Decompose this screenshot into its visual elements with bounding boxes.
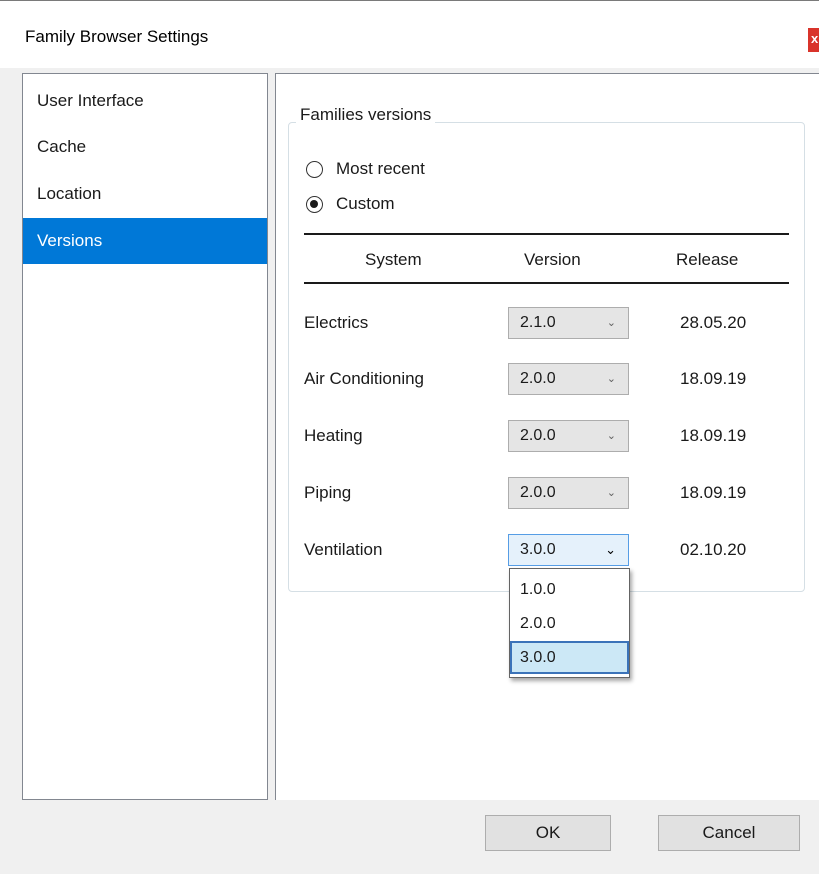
version-select-ventilation[interactable]: 3.0.0 ⌄ [508,534,629,566]
ok-button[interactable]: OK [485,815,611,851]
dropdown-option-3-0-0[interactable]: 3.0.0 [510,641,629,674]
system-label-piping: Piping [304,483,352,502]
version-value: 2.0.0 [520,484,556,501]
chevron-down-icon: ⌄ [606,487,616,499]
column-header-version: Version [524,250,581,269]
system-label-air-conditioning: Air Conditioning [304,369,425,388]
radio-label-custom: Custom [336,194,395,213]
cancel-button[interactable]: Cancel [658,815,800,851]
window-title: Family Browser Settings [25,27,209,46]
version-value: 3.0.0 [520,541,556,558]
column-header-system: System [365,250,422,269]
close-icon[interactable]: x [808,28,819,52]
release-date-air-conditioning: 18.09.19 [680,369,747,388]
radio-most-recent[interactable]: Most recent [306,157,425,181]
version-select-piping[interactable]: 2.0.0 ⌄ [508,477,629,509]
radio-button-checked-icon[interactable] [306,195,323,213]
version-select-air-conditioning[interactable]: 2.0.0 ⌄ [508,363,629,395]
version-select-electrics[interactable]: 2.1.0 ⌄ [508,307,629,339]
chevron-down-icon: ⌄ [606,373,616,385]
version-value: 2.0.0 [520,427,556,444]
dropdown-option-1-0-0[interactable]: 1.0.0 [510,573,629,606]
sidebar-item-versions[interactable]: Versions [23,218,267,264]
system-label-ventilation: Ventilation [304,540,383,559]
group-legend: Families versions [296,105,436,125]
release-date-ventilation: 02.10.20 [680,540,747,559]
table-header-divider [304,282,789,284]
sidebar-item-user-interface[interactable]: User Interface [23,78,267,124]
version-value: 2.0.0 [520,370,556,387]
chevron-down-icon: ⌄ [605,542,616,557]
dropdown-option-2-0-0[interactable]: 2.0.0 [510,607,629,640]
version-select-heating[interactable]: 2.0.0 ⌄ [508,420,629,452]
release-date-piping: 18.09.19 [680,483,747,502]
release-date-electrics: 28.05.20 [680,313,747,332]
radio-custom[interactable]: Custom [306,192,395,216]
settings-sidebar: User Interface Cache Location Versions [22,73,268,800]
table-top-divider [304,233,789,235]
system-label-heating: Heating [304,426,363,445]
version-dropdown-list: 1.0.0 2.0.0 3.0.0 [509,568,630,678]
title-bar: Family Browser Settings x [0,0,819,68]
radio-label-most-recent: Most recent [336,159,425,178]
release-date-heating: 18.09.19 [680,426,747,445]
chevron-down-icon: ⌄ [606,317,616,329]
column-header-release: Release [676,250,739,269]
sidebar-item-location[interactable]: Location [23,171,267,217]
sidebar-item-cache[interactable]: Cache [23,124,267,170]
radio-button-icon[interactable] [306,160,323,178]
version-value: 2.1.0 [520,314,556,331]
system-label-electrics: Electrics [304,313,369,332]
chevron-down-icon: ⌄ [606,430,616,442]
